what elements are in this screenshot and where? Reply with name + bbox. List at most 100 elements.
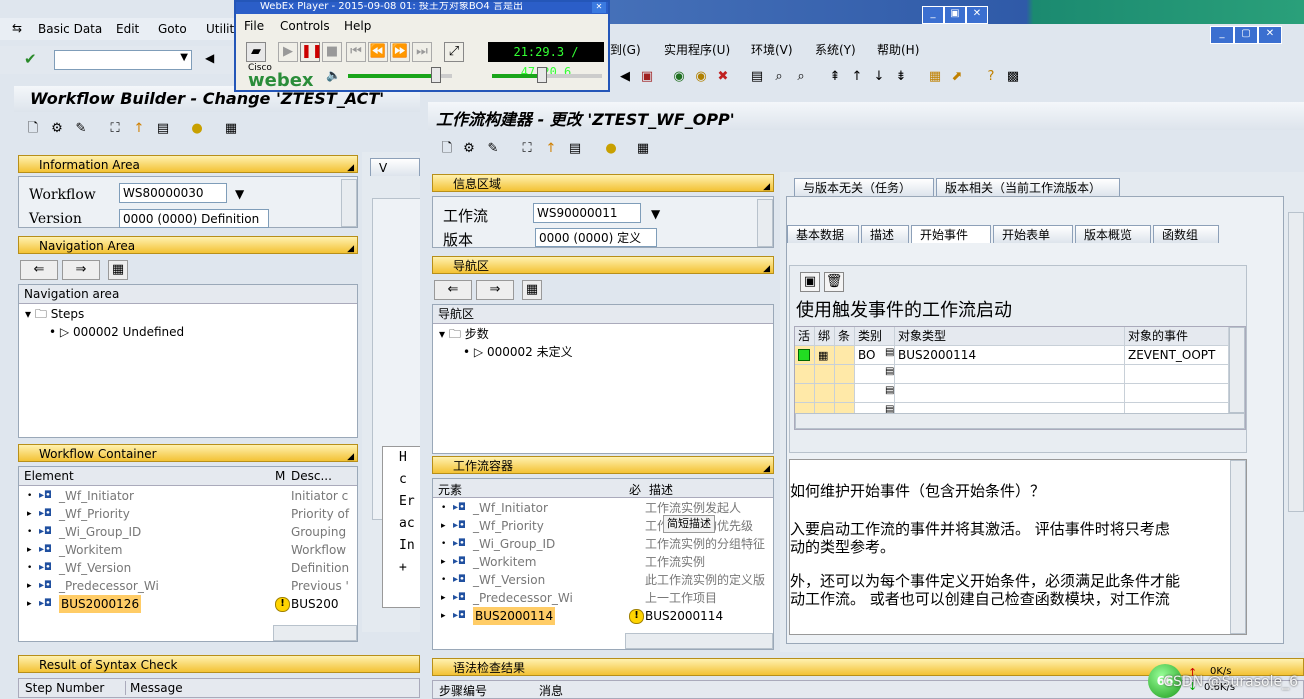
back-menu-icon[interactable]: ⇆ — [12, 21, 22, 35]
col-m[interactable]: M — [275, 469, 285, 483]
table-row[interactable]: ▸▸◘_Wf_Priority工作流实例的优先级 — [433, 517, 773, 535]
back-nav-area-bar[interactable]: Navigation Area ◢ — [18, 236, 358, 254]
progress-knob[interactable] — [536, 67, 547, 83]
col-step-number[interactable]: 步骤编号 — [439, 682, 487, 699]
table-row[interactable]: • ▸◘ _Wf_Version 此工作流实例的定义版 — [433, 571, 773, 589]
front-info-area-bar[interactable]: 信息区域 ◢ — [432, 174, 774, 192]
tree-node-steps[interactable]: ▾ 🗀 步数 — [433, 325, 773, 343]
table-row[interactable]: • ▸◘ _Wf_Version Definition — [19, 559, 357, 577]
wrench-icon[interactable]: ✎ — [484, 140, 502, 158]
expand-icon[interactable]: • — [27, 523, 32, 541]
event-cell[interactable]: ▦ — [815, 346, 835, 365]
expand-icon[interactable]: ▸ — [441, 589, 446, 607]
minimize-icon[interactable]: _ — [1210, 26, 1234, 44]
list-icon[interactable]: ▦ — [222, 120, 240, 138]
front-container-hscroll[interactable] — [625, 633, 773, 649]
next-page-icon[interactable]: ↓ — [870, 68, 888, 86]
stop-icon[interactable]: ■ — [322, 42, 342, 62]
back-nav-icon[interactable]: ◀ — [205, 51, 214, 65]
forward-arrow-icon[interactable]: ⇒ — [62, 260, 100, 280]
expand-icon[interactable]: ▸ — [441, 553, 446, 571]
hierarchy-icon[interactable]: ⛶ — [518, 140, 536, 158]
event-column-header[interactable]: 对象的事件 — [1125, 327, 1229, 346]
back-workflow-field[interactable]: WS80000030 — [119, 183, 227, 203]
table-row[interactable]: • ▸◘ _Wi_Group_ID Grouping — [19, 523, 357, 541]
volume-knob[interactable] — [431, 67, 442, 83]
inner-tab[interactable]: 开始事件 — [911, 225, 991, 243]
category-icon[interactable]: ▤ — [885, 347, 894, 358]
inner-tab[interactable]: 基本数据 — [787, 225, 859, 243]
inner-tab[interactable]: 版本概览 — [1075, 225, 1151, 243]
event-cell[interactable]: ZEVENT_OOPT — [1125, 346, 1229, 365]
green-back-icon[interactable]: ◉ — [670, 68, 688, 86]
tab-version-independent[interactable]: 与版本无关（任务） — [794, 178, 934, 196]
detail-vscroll[interactable] — [1288, 212, 1304, 512]
table-row[interactable]: ▸ ▸◘ _Predecessor_Wi Previous ' — [19, 577, 357, 595]
inner-tab[interactable]: 函数组 — [1153, 225, 1219, 243]
tree-icon[interactable]: ▦ — [108, 260, 128, 280]
tree-node-step[interactable]: • ▷ 000002 未定义 — [433, 343, 773, 361]
expand-icon[interactable]: • — [441, 535, 446, 553]
expand-icon[interactable]: • — [441, 499, 446, 517]
table-row[interactable]: ▸ ▸◘ BUS2000126! BUS200 — [19, 595, 357, 613]
bomb-icon[interactable]: ● — [188, 120, 206, 138]
table-row[interactable]: • ▸◘ _Wf_Initiator Initiator c — [19, 487, 357, 505]
event-cell[interactable] — [815, 365, 835, 384]
collapse-icon[interactable]: ◢ — [763, 460, 770, 478]
webex-menu-file[interactable]: File — [244, 19, 264, 33]
list-icon[interactable]: ▦ — [634, 140, 652, 158]
back-arrow-icon[interactable]: ⇐ — [20, 260, 58, 280]
hierarchy-icon[interactable]: ⛶ — [106, 120, 124, 138]
minimize-icon[interactable]: _ — [922, 6, 944, 24]
print-icon[interactable]: ▤ — [566, 140, 584, 158]
tree-node-step[interactable]: • ▷ 000002 Undefined — [19, 323, 357, 341]
back-tab-fragment[interactable]: V — [370, 158, 420, 176]
up-icon[interactable]: ↑ — [542, 140, 560, 158]
front-menu-goto[interactable]: 到(G) — [610, 41, 641, 58]
tree-icon[interactable]: ▦ — [522, 280, 542, 300]
col-step-number[interactable]: Step Number — [25, 681, 104, 695]
back-arrow-icon[interactable]: ⇐ — [434, 280, 472, 300]
new-icon[interactable]: 🗋 — [438, 140, 456, 158]
collapse-icon[interactable]: ◢ — [763, 260, 770, 278]
fullscreen-icon[interactable]: ⤢ — [444, 42, 464, 62]
expand-icon[interactable]: • — [441, 571, 446, 589]
inner-tab[interactable]: 开始表单 — [993, 225, 1073, 243]
command-field[interactable]: ▼ — [54, 50, 192, 70]
back-info-scrollbar[interactable] — [341, 179, 357, 227]
play-icon[interactable]: ▶ — [278, 42, 298, 62]
active-checkbox-icon[interactable] — [798, 349, 810, 361]
back-menu-goto[interactable]: Goto — [158, 22, 187, 36]
help-icon[interactable]: ? — [982, 68, 1000, 86]
event-cell[interactable] — [835, 384, 855, 403]
back-menu-basic-data[interactable]: Basic Data — [38, 22, 102, 36]
table-row[interactable]: ▸ ▸◘ BUS2000114! BUS2000114 — [433, 607, 773, 625]
front-menu-help[interactable]: 帮助(H) — [877, 41, 919, 58]
event-cell[interactable] — [1125, 365, 1229, 384]
expand-icon[interactable]: ▸ — [27, 505, 32, 523]
new-session-icon[interactable]: ▦ — [926, 68, 944, 86]
front-menu-utilities[interactable]: 实用程序(U) — [664, 41, 730, 58]
rewind-icon[interactable]: ⏪ — [368, 42, 388, 62]
table-row[interactable]: • ▸◘ _Wi_Group_ID 工作流实例的分组特征 — [433, 535, 773, 553]
webex-menu-controls[interactable]: Controls — [280, 19, 330, 33]
col-desc[interactable]: 描述 — [649, 481, 673, 498]
table-row[interactable]: • ▸◘ _Wf_Initiator 工作流实例发起人 — [433, 499, 773, 517]
back-container-hscroll[interactable] — [273, 625, 357, 641]
event-column-header[interactable]: 对象类型 — [895, 327, 1125, 346]
forward-icon[interactable]: ⏩ — [390, 42, 410, 62]
layout-icon[interactable]: ▩ — [1004, 68, 1022, 86]
skip-start-icon[interactable]: ⏮ — [346, 42, 366, 62]
back-container-bar[interactable]: Workflow Container ◢ — [18, 444, 358, 462]
volume-slider[interactable] — [348, 67, 452, 83]
event-cell[interactable] — [815, 384, 835, 403]
skip-end-icon[interactable]: ⏭ — [412, 42, 432, 62]
expand-icon[interactable]: ▸ — [27, 541, 32, 559]
print-icon[interactable]: ▤ — [748, 68, 766, 86]
table-row[interactable]: ▸ ▸◘ _Workitem 工作流实例 — [433, 553, 773, 571]
event-cell[interactable] — [795, 365, 815, 384]
back-syntax-bar[interactable]: Result of Syntax Check — [18, 655, 420, 673]
print-icon[interactable]: ▤ — [154, 120, 172, 138]
event-column-header[interactable]: 活 — [795, 327, 815, 346]
tree-node-steps[interactable]: ▾ 🗀 Steps — [19, 305, 357, 323]
